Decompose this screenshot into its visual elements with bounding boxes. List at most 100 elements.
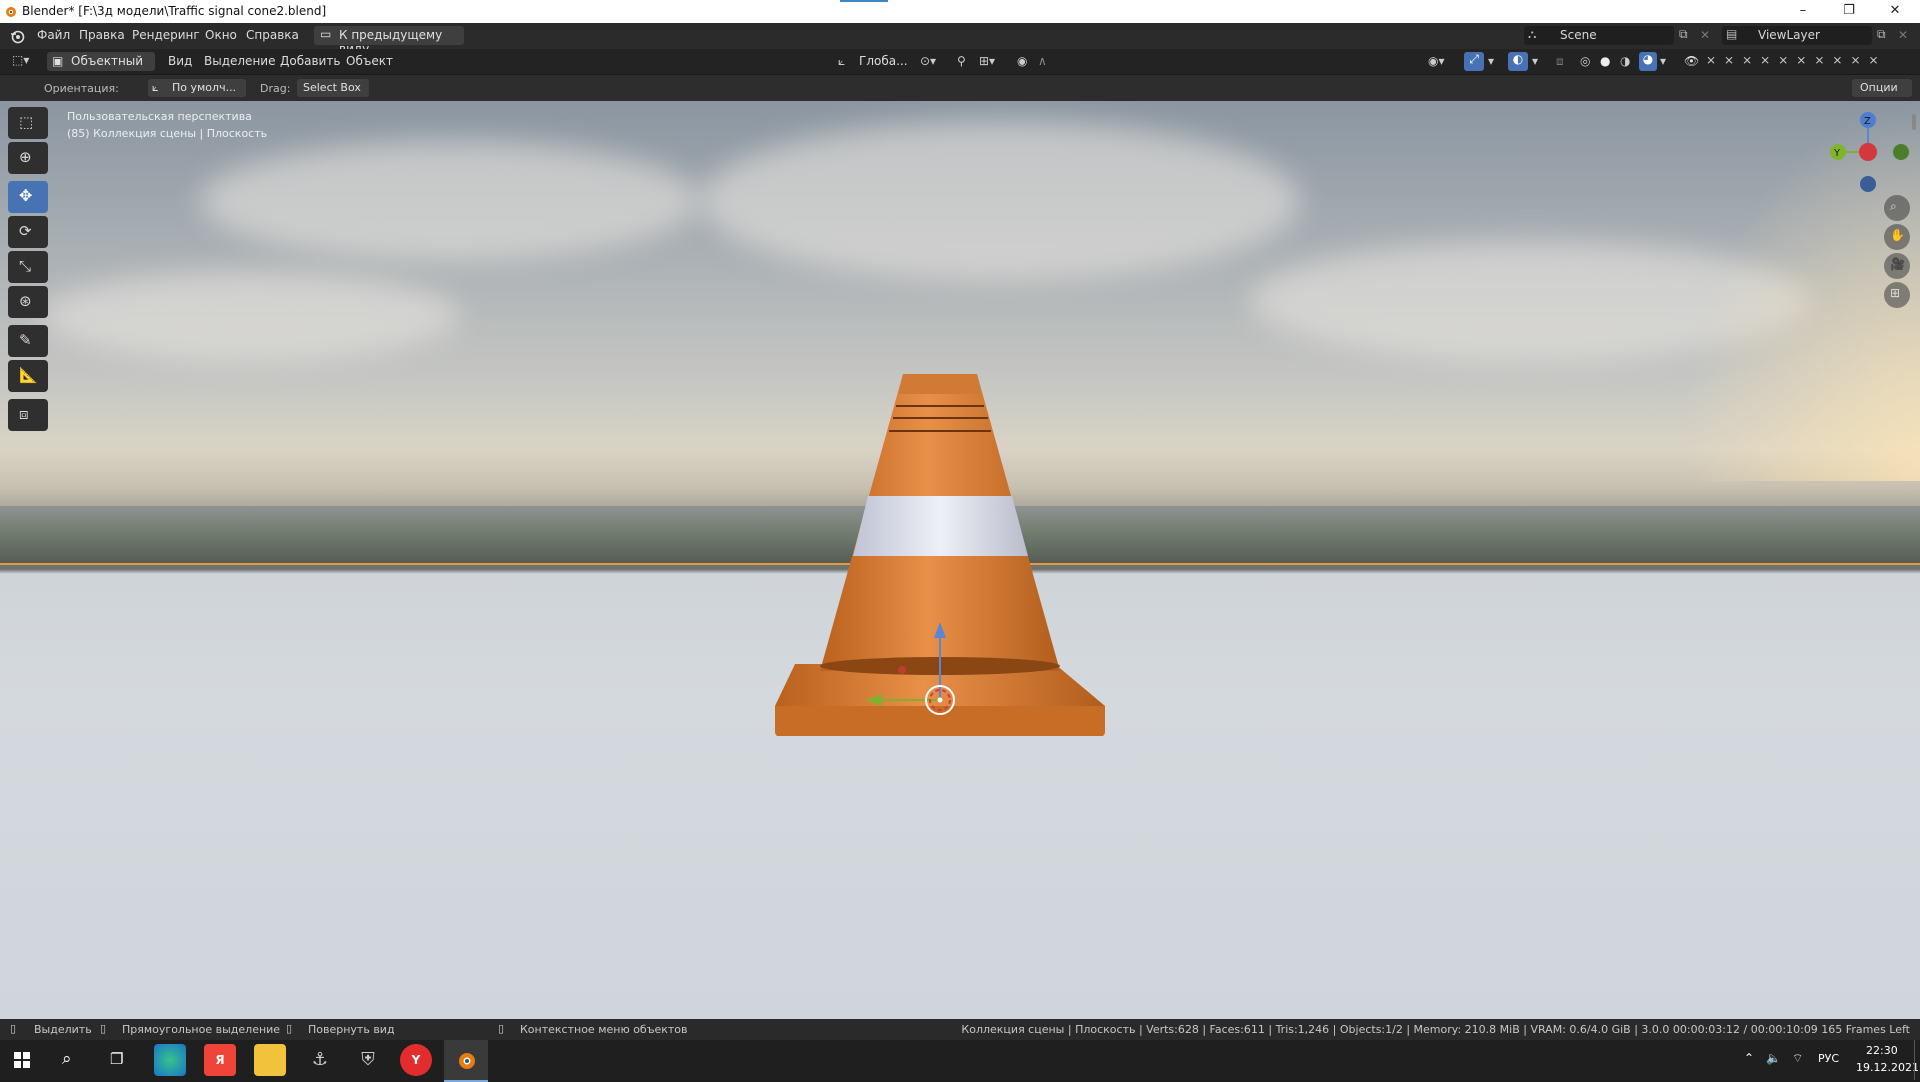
- gizmo-dropdown-icon[interactable]: ▾: [1488, 54, 1494, 68]
- tray-expand-icon[interactable]: ⌃: [1744, 1051, 1754, 1065]
- delete-scene-icon[interactable]: ✕: [1700, 28, 1710, 42]
- navigation-gizmo[interactable]: Z Y: [1820, 106, 1920, 196]
- drag-value: Select Box: [303, 81, 361, 94]
- grid-icon: ⊞: [1890, 286, 1901, 300]
- snap-target-icon[interactable]: ⊞▾: [979, 54, 995, 68]
- language-indicator[interactable]: РУС: [1818, 1052, 1839, 1065]
- top-menu-bar: Файл Правка Рендеринг Окно Справка ▭ К п…: [0, 23, 1920, 56]
- wireframe-shading-icon[interactable]: ◎: [1580, 54, 1590, 68]
- viewport-scrollbar[interactable]: [1912, 114, 1916, 130]
- 3d-viewport[interactable]: Пользовательская перспектива (85) Коллек…: [0, 101, 1920, 1019]
- window-title-bar: Blender* [F:\3д модели\Traffic signal co…: [0, 0, 1920, 23]
- editor-type-icon[interactable]: ⬚▾: [12, 53, 29, 67]
- move-tool[interactable]: ✥: [8, 181, 48, 213]
- minimize-button[interactable]: –: [1780, 0, 1826, 23]
- select-box-tool[interactable]: ⬚: [8, 107, 48, 139]
- orientation-selector[interactable]: ⟀ По умолч...: [148, 79, 246, 97]
- back-to-previous-button[interactable]: ▭ К предыдущему виду: [314, 26, 464, 56]
- rendered-shading-icon[interactable]: ◕: [1639, 52, 1657, 71]
- material-shading-icon[interactable]: ◑: [1620, 54, 1630, 68]
- transform-orientation-icon: ⟀: [838, 54, 846, 68]
- shading-dropdown-icon[interactable]: ▾: [1660, 54, 1666, 68]
- warships-game-icon[interactable]: ⚓: [304, 1044, 336, 1076]
- windows-start-icon[interactable]: [14, 1052, 30, 1068]
- mode-selector[interactable]: ▣ Объектный ...: [47, 52, 155, 82]
- task-view-icon[interactable]: ❐: [110, 1050, 123, 1068]
- move-icon: ✥: [19, 186, 33, 205]
- scene-icon: ⛬: [1528, 27, 1537, 41]
- menu-window[interactable]: Окно: [205, 28, 237, 42]
- clock-time[interactable]: 22:30: [1866, 1044, 1898, 1057]
- delete-viewlayer-icon[interactable]: ✕: [1898, 28, 1908, 42]
- drag-selector[interactable]: Select Box: [297, 79, 369, 97]
- menu-file[interactable]: Файл: [37, 28, 70, 42]
- yandex-icon[interactable]: Я: [204, 1044, 236, 1076]
- transform-orientation-select[interactable]: Глоба...: [859, 54, 908, 68]
- annotate-tool[interactable]: ✎: [8, 325, 48, 357]
- mouse-drag-icon: ▯: [100, 1022, 107, 1035]
- collection-toggles-icon[interactable]: ⨯⨯⨯⨯⨯⨯⨯⨯⨯⨯: [1706, 53, 1887, 67]
- yandex-browser-icon[interactable]: Y: [400, 1044, 432, 1076]
- mouse-left-icon: ▯: [10, 1022, 17, 1035]
- search-icon[interactable]: ⌕: [62, 1049, 72, 1069]
- scale-icon: ⤡: [19, 257, 32, 275]
- maximize-button[interactable]: ❐: [1826, 0, 1872, 23]
- status-rotate-view: Повернуть вид: [308, 1023, 395, 1036]
- wifi-icon[interactable]: ⌔: [1792, 1051, 1803, 1066]
- tanks-game-icon[interactable]: ⛨: [352, 1044, 384, 1076]
- volume-icon[interactable]: 🔈: [1766, 1051, 1781, 1065]
- falloff-icon[interactable]: ∧: [1038, 54, 1047, 68]
- menu-select[interactable]: Выделение: [204, 54, 275, 68]
- blender-logo-icon: [6, 7, 16, 17]
- ortho-view-button[interactable]: ⊞: [1884, 282, 1910, 308]
- menu-render[interactable]: Рендеринг: [132, 28, 200, 42]
- file-explorer-icon[interactable]: [254, 1044, 286, 1076]
- edge-browser-icon[interactable]: [154, 1044, 186, 1076]
- options-button[interactable]: Опции: [1852, 79, 1912, 97]
- menu-edit[interactable]: Правка: [79, 28, 125, 42]
- menu-object[interactable]: Объект: [346, 54, 393, 68]
- viewlayer-selector[interactable]: ▤ ViewLayer ⧉ ✕: [1722, 26, 1908, 45]
- camera-view-button[interactable]: 🎥: [1884, 253, 1910, 279]
- cursor-tool[interactable]: ⊕: [8, 142, 48, 174]
- add-cube-icon: ⧈: [19, 405, 29, 423]
- add-cube-tool[interactable]: ⧈: [8, 399, 48, 431]
- xray-icon[interactable]: ⧈: [1556, 54, 1564, 69]
- outliner-eye-icon[interactable]: 👁: [1684, 54, 1699, 68]
- overlay-toggle-icon[interactable]: ◐: [1508, 52, 1528, 71]
- gizmo-toggle-icon[interactable]: ⤢: [1464, 52, 1484, 71]
- windows-taskbar: ⌕ ❐ Я ⚓ ⛨ Y ⌃ 🔈 ⌔ РУС 22:30 19.12.2021: [0, 1040, 1920, 1082]
- clock-date[interactable]: 19.12.2021: [1856, 1061, 1919, 1074]
- menu-help[interactable]: Справка: [246, 28, 299, 42]
- viewlayer-icon: ▤: [1726, 27, 1738, 41]
- traffic-cone-model[interactable]: [760, 326, 1120, 736]
- blender-taskbar-button[interactable]: [444, 1040, 488, 1082]
- snap-icon[interactable]: ⚲: [957, 54, 966, 68]
- rotate-tool[interactable]: ⟳: [8, 216, 48, 248]
- menu-add[interactable]: Добавить: [280, 54, 340, 68]
- scene-selector[interactable]: ⛬ Scene ⧉ ✕: [1524, 26, 1710, 45]
- show-desktop-button[interactable]: [1914, 1040, 1920, 1080]
- new-viewlayer-icon[interactable]: ⧉: [1877, 27, 1886, 42]
- solid-shading-icon[interactable]: ●: [1600, 54, 1610, 68]
- close-button[interactable]: ✕: [1872, 0, 1918, 23]
- status-box-select: Прямоугольное выделение: [122, 1023, 281, 1036]
- zoom-view-button[interactable]: ⌕: [1884, 195, 1910, 221]
- orientation-label: Ориентация:: [44, 82, 119, 95]
- measure-icon: 📐: [19, 366, 38, 384]
- status-context-menu: Контекстное меню объектов: [520, 1023, 688, 1036]
- visibility-filter-icon[interactable]: ◉▾: [1428, 54, 1445, 68]
- scale-tool[interactable]: ⤡: [8, 251, 48, 283]
- active-object-label: (85) Коллекция сцены | Плоскость: [67, 127, 268, 140]
- overlay-dropdown-icon[interactable]: ▾: [1532, 54, 1538, 68]
- new-scene-icon[interactable]: ⧉: [1679, 27, 1688, 42]
- blender-menu-icon[interactable]: [9, 28, 25, 44]
- menu-view[interactable]: Вид: [168, 54, 192, 68]
- pan-view-button[interactable]: ✋: [1884, 224, 1910, 250]
- proportional-edit-icon[interactable]: ◉: [1017, 54, 1027, 68]
- transform-tool[interactable]: ⊛: [8, 286, 48, 318]
- pivot-point-icon[interactable]: ⊙▾: [920, 54, 936, 68]
- measure-tool[interactable]: 📐: [8, 360, 48, 392]
- scene-statistics: Коллекция сцены | Плоскость | Verts:628 …: [961, 1023, 1910, 1036]
- sky-cloud: [40, 271, 460, 361]
